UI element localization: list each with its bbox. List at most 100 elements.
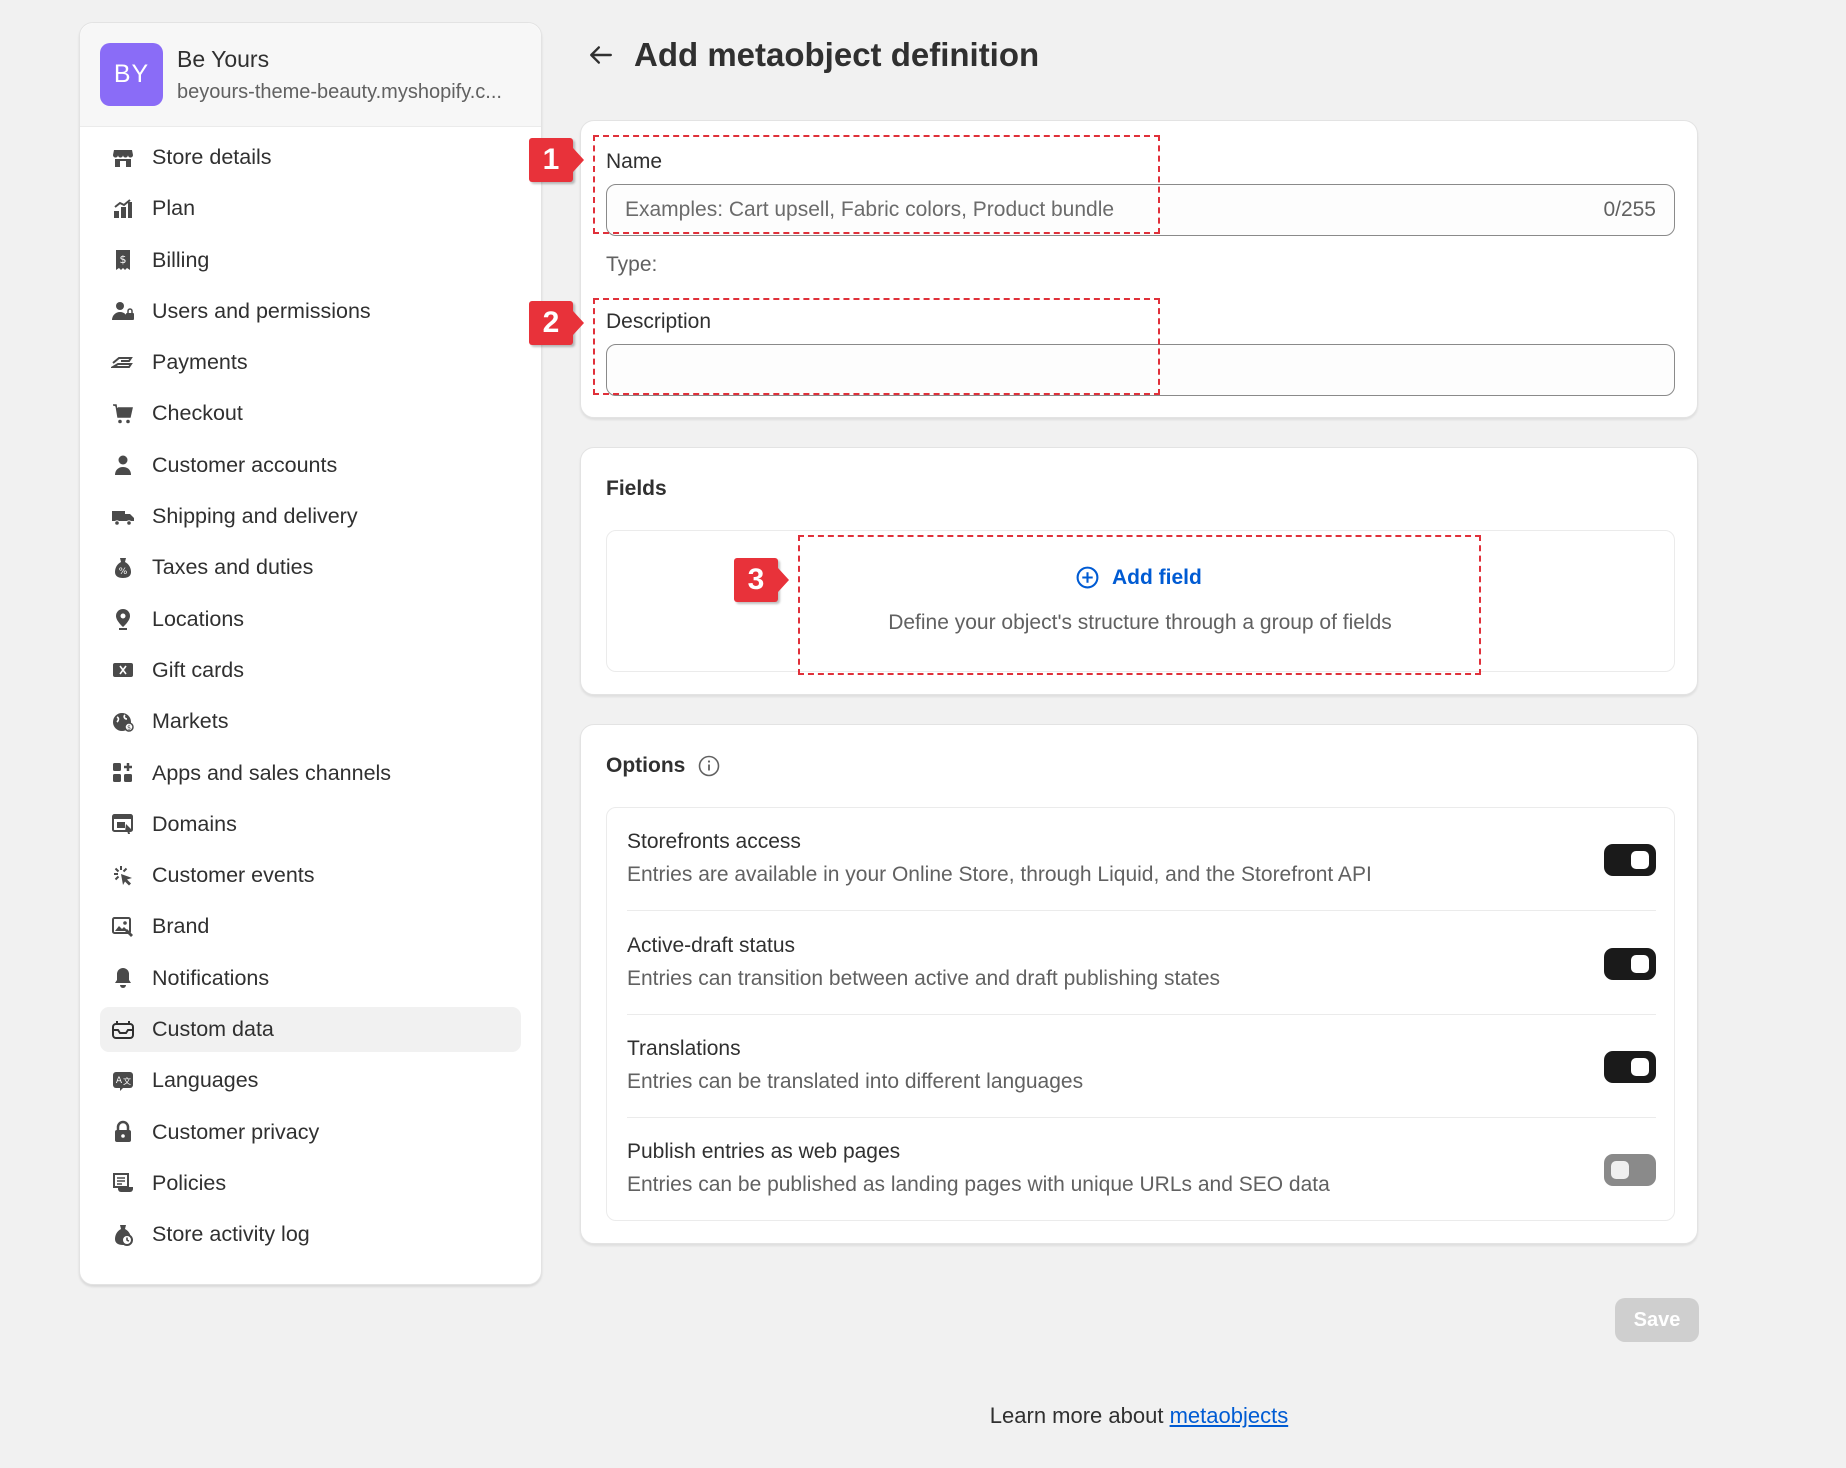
option-translations: Translations Entries can be translated i… (627, 1015, 1656, 1118)
sidebar-item-label: Domains (152, 811, 237, 836)
sidebar-item-label: Notifications (152, 965, 270, 990)
sidebar-item-payments[interactable]: Payments (100, 340, 521, 385)
sidebar-item-store-details[interactable]: Store details (100, 135, 521, 180)
sidebar-item-label: Plan (152, 196, 196, 221)
sidebar-item-shipping[interactable]: Shipping and delivery (100, 494, 521, 539)
option-storefronts-access: Storefronts access Entries are available… (627, 808, 1656, 911)
storefronts-access-toggle[interactable] (1604, 844, 1656, 876)
sidebar-item-customer-accounts[interactable]: Customer accounts (100, 443, 521, 488)
lock-icon (110, 1119, 136, 1145)
settings-sidebar: BY Be Yours beyours-theme-beauty.myshopi… (79, 22, 542, 1285)
learn-more: Learn more about metaobjects (580, 1403, 1698, 1429)
language-icon: A文 (110, 1068, 136, 1094)
sidebar-item-policies[interactable]: Policies (100, 1161, 521, 1206)
sidebar-item-markets[interactable]: $ Markets (100, 699, 521, 744)
svg-text:A: A (116, 1076, 123, 1086)
cart-icon (110, 401, 136, 427)
apps-icon (110, 760, 136, 786)
sidebar-item-label: Store details (152, 145, 272, 169)
annotation-box-name (593, 135, 1160, 234)
svg-text:%: % (119, 567, 128, 577)
gift-card-icon (110, 657, 136, 683)
option-description: Entries can transition between active an… (627, 967, 1221, 990)
store-switcher[interactable]: BY Be Yours beyours-theme-beauty.myshopi… (80, 23, 541, 127)
options-header: Options (606, 754, 721, 778)
sidebar-item-label: Taxes and duties (152, 555, 314, 580)
option-title: Storefronts access (627, 830, 801, 853)
payments-icon (110, 350, 136, 376)
activity-log-icon (110, 1222, 136, 1248)
sidebar-item-label: Users and permissions (152, 298, 371, 323)
sidebar-item-label: Gift cards (152, 657, 244, 682)
store-meta: Be Yours beyours-theme-beauty.myshopify.… (177, 46, 502, 104)
sidebar-item-label: Billing (152, 247, 210, 272)
learn-more-text: Learn more about (989, 1403, 1164, 1428)
sidebar-item-notifications[interactable]: Notifications (100, 956, 521, 1001)
fields-title: Fields (606, 477, 667, 500)
sidebar-item-label: Shipping and delivery (152, 504, 358, 529)
sidebar-item-plan[interactable]: Plan (100, 186, 521, 231)
save-button[interactable]: Save (1615, 1298, 1699, 1342)
sidebar-item-label: Checkout (152, 401, 243, 426)
sidebar-item-label: Customer accounts (152, 452, 338, 477)
sidebar-item-languages[interactable]: A文 Languages (100, 1058, 521, 1103)
users-icon (110, 298, 136, 324)
tax-icon: % (110, 555, 136, 581)
sidebar-item-locations[interactable]: Locations (100, 597, 521, 642)
translations-toggle[interactable] (1604, 1051, 1656, 1083)
sidebar-item-checkout[interactable]: Checkout (100, 391, 521, 436)
store-name: Be Yours (177, 45, 270, 72)
globe-icon: $ (110, 709, 136, 735)
sidebar-item-apps[interactable]: Apps and sales channels (100, 751, 521, 796)
bell-icon (110, 965, 136, 991)
svg-text:$: $ (127, 724, 131, 731)
option-active-draft-status: Active-draft status Entries can transiti… (627, 912, 1656, 1015)
info-icon[interactable] (697, 754, 721, 778)
option-publish-web-pages: Publish entries as web pages Entries can… (627, 1118, 1656, 1221)
policies-icon (110, 1170, 136, 1196)
sidebar-item-label: Policies (152, 1170, 227, 1195)
sidebar-item-taxes[interactable]: % Taxes and duties (100, 545, 521, 590)
sidebar-item-customer-events[interactable]: Customer events (100, 853, 521, 898)
sidebar-item-label: Markets (152, 709, 229, 734)
option-title: Publish entries as web pages (627, 1140, 901, 1163)
options-card: Options Storefronts access Entries are a… (580, 724, 1698, 1244)
metaobjects-link[interactable]: metaobjects (1170, 1403, 1289, 1428)
sidebar-item-domains[interactable]: Domains (100, 802, 521, 847)
active-draft-status-toggle[interactable] (1604, 948, 1656, 980)
sidebar-item-custom-data[interactable]: Custom data (100, 1007, 521, 1053)
sidebar-item-label: Languages (152, 1068, 259, 1093)
cursor-click-icon (110, 863, 136, 889)
sidebar-item-label: Brand (152, 914, 210, 939)
option-description: Entries can be published as landing page… (627, 1173, 1330, 1196)
location-pin-icon (110, 606, 136, 632)
annotation-box-description (593, 298, 1160, 395)
custom-data-icon (110, 1017, 136, 1043)
sidebar-item-activity-log[interactable]: Store activity log (100, 1212, 521, 1257)
page-header: Add metaobject definition (588, 36, 1039, 74)
settings-nav: Store details Plan $ Billing Users and p… (80, 127, 541, 1257)
sidebar-item-label: Custom data (152, 1017, 274, 1042)
billing-icon: $ (110, 247, 136, 273)
page-title: Add metaobject definition (634, 36, 1040, 73)
person-icon (110, 452, 136, 478)
sidebar-item-users[interactable]: Users and permissions (100, 289, 521, 334)
sidebar-item-gift-cards[interactable]: Gift cards (100, 648, 521, 693)
sidebar-item-customer-privacy[interactable]: Customer privacy (100, 1110, 521, 1155)
publish-web-pages-toggle[interactable] (1604, 1154, 1656, 1186)
svg-text:文: 文 (123, 1076, 131, 1086)
sidebar-item-brand[interactable]: Brand (100, 904, 521, 949)
sidebar-item-label: Payments (152, 350, 248, 375)
sidebar-item-label: Store activity log (152, 1222, 310, 1247)
store-url: beyours-theme-beauty.myshopify.c... (177, 80, 502, 103)
plan-icon (110, 196, 136, 222)
sidebar-item-label: Customer privacy (152, 1119, 320, 1144)
store-icon (110, 145, 136, 171)
annotation-badge-2: 2 (529, 301, 584, 345)
type-label: Type: (606, 253, 658, 276)
arrow-left-icon[interactable] (588, 42, 614, 68)
sidebar-item-label: Customer events (152, 863, 315, 888)
option-description: Entries are available in your Online Sto… (627, 863, 1372, 886)
sidebar-item-billing[interactable]: $ Billing (100, 238, 521, 283)
domains-icon (110, 811, 136, 837)
